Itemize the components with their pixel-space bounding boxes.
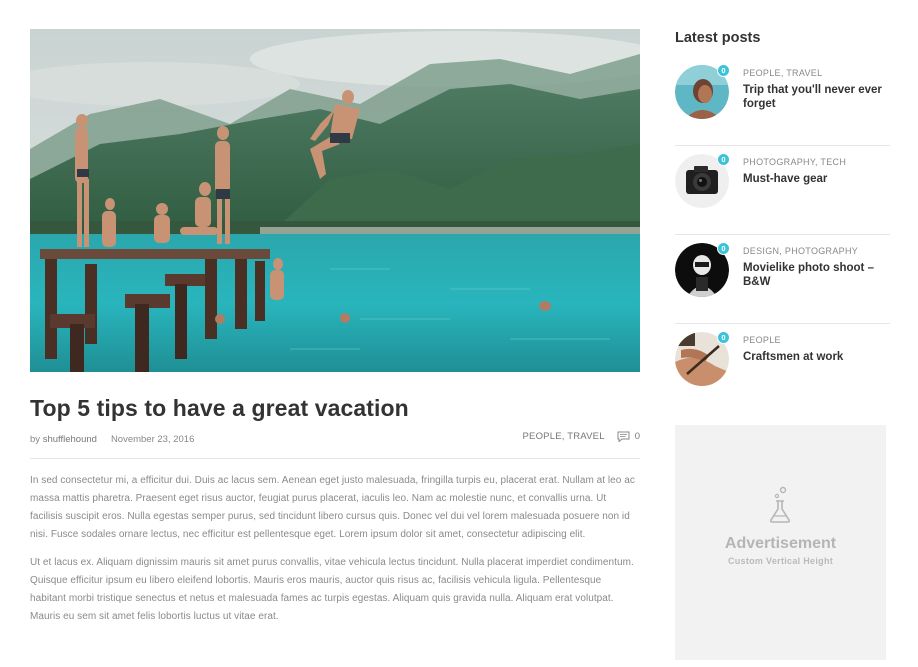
latest-post-item[interactable]: 0 PEOPLE, TRAVEL Trip that you'll never … [675,57,890,146]
post-thumbnail[interactable]: 0 [675,153,730,208]
post-title[interactable]: Movielike photo shoot – B&W [743,261,890,289]
article-title[interactable]: Top 5 tips to have a great vacation [30,394,640,422]
post-title[interactable]: Craftsmen at work [743,350,843,364]
comment-icon [617,431,630,443]
comment-badge: 0 [717,242,730,255]
post-categories[interactable]: DESIGN, PHOTOGRAPHY [743,245,890,257]
author-byline: by shufflehound [30,434,97,445]
post-thumbnail[interactable]: 0 [675,64,730,119]
comment-badge: 0 [717,64,730,77]
comment-badge: 0 [717,331,730,344]
flask-icon [768,486,792,524]
meta-divider [30,458,640,459]
article: Top 5 tips to have a great vacation by s… [30,29,640,626]
post-categories[interactable]: PEOPLE, TRAVEL [743,67,890,79]
post-thumbnail[interactable]: 0 [675,242,730,297]
latest-post-item[interactable]: 0 DESIGN, PHOTOGRAPHY Movielike photo sh… [675,235,890,324]
article-meta: by shufflehound November 23, 2016 PEOPLE… [30,431,640,447]
author-link[interactable]: shufflehound [43,434,97,445]
sidebar: Latest posts 0 PEOPLE, TRAVEL Trip that … [675,29,890,413]
ad-subtitle: Custom Vertical Height [727,556,834,566]
by-prefix: by [30,433,41,445]
post-title[interactable]: Must-have gear [743,172,846,186]
article-categories[interactable]: PEOPLE, TRAVEL [523,431,605,442]
featured-image[interactable] [30,29,640,372]
latest-posts-heading: Latest posts [675,30,761,46]
latest-post-item[interactable]: 0 PEOPLE Craftsmen at work [675,324,890,413]
comment-count: 0 [634,431,640,442]
paragraph: In sed consectetur mi, a efficitur dui. … [30,475,635,540]
comment-badge: 0 [717,153,730,166]
advertisement-box[interactable]: Advertisement Custom Vertical Height [675,425,886,660]
post-categories[interactable]: PHOTOGRAPHY, TECH [743,156,846,168]
ad-title: Advertisement [724,535,837,552]
latest-post-item[interactable]: 0 PHOTOGRAPHY, TECH Must-have gear [675,146,890,235]
post-title[interactable]: Trip that you'll never ever forget [743,83,890,111]
post-date: November 23, 2016 [110,433,195,445]
post-thumbnail[interactable]: 0 [675,331,730,386]
article-excerpt: In sed consectetur mi, a efficitur dui. … [30,472,640,626]
comments-link[interactable]: 0 [617,431,640,443]
post-categories[interactable]: PEOPLE [743,334,843,346]
paragraph: Ut et lacus ex. Aliquam dignissim mauris… [30,557,634,622]
latest-posts-list: 0 PEOPLE, TRAVEL Trip that you'll never … [675,57,890,413]
